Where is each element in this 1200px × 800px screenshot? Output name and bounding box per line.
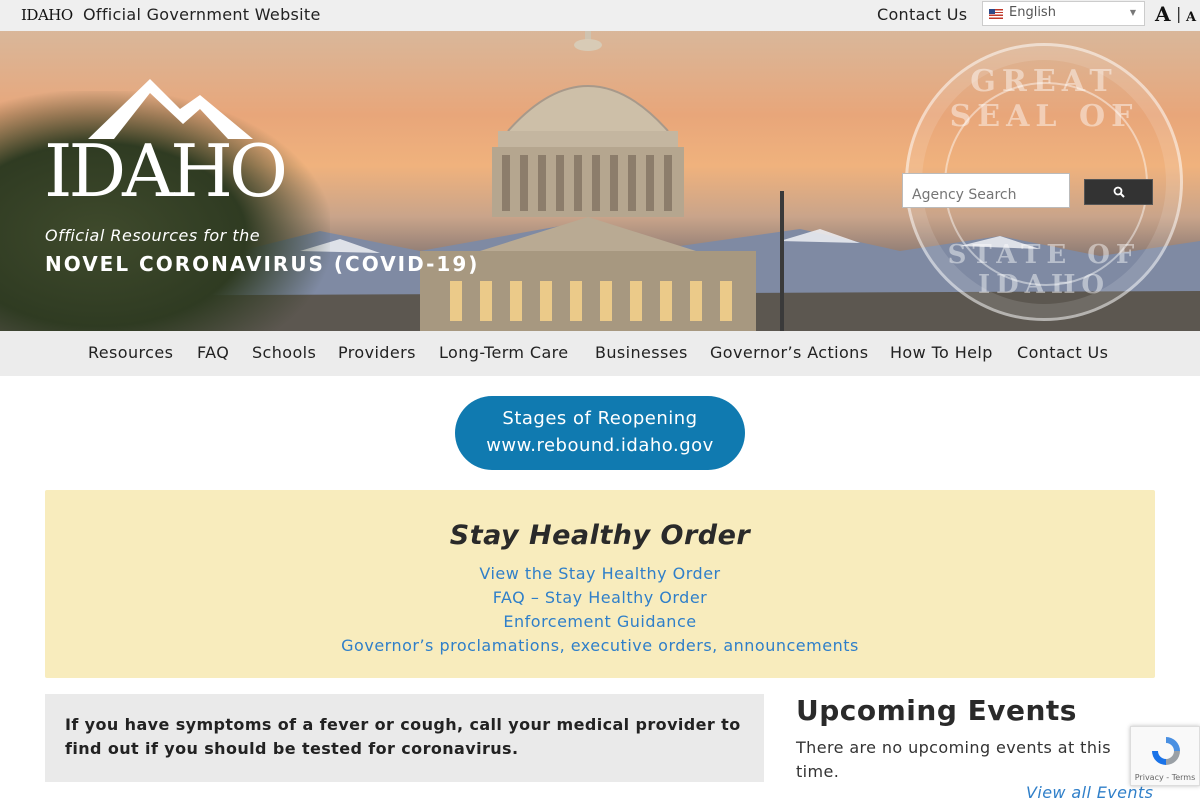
reopen-line1: Stages of Reopening [502, 408, 698, 429]
hero-title: NOVEL CORONAVIRUS (COVID-19) [45, 252, 480, 276]
symptom-notice: If you have symptoms of a fever or cough… [45, 694, 764, 782]
font-size-separator: | [1176, 4, 1182, 23]
nav-item-resources[interactable]: Resources [88, 343, 173, 362]
agency-search-input[interactable] [902, 173, 1070, 208]
nav-item-long-term-care[interactable]: Long-Term Care [439, 343, 569, 362]
top-utility-bar: IDAHO Official Government Website Contac… [0, 0, 1200, 31]
hero-subtitle: Official Resources for the [45, 226, 261, 245]
nav-item-faq[interactable]: FAQ [197, 343, 229, 362]
stay-healthy-panel: Stay Healthy Order View the Stay Healthy… [45, 490, 1155, 678]
view-stay-healthy-order-link[interactable]: View the Stay Healthy Order [45, 564, 1155, 583]
idaho-logo[interactable]: IDAHO [44, 135, 288, 207]
language-select[interactable]: English ▼ [982, 1, 1145, 26]
stages-of-reopening-button[interactable]: Stages of Reopening www.rebound.idaho.go… [455, 396, 745, 470]
stay-healthy-title: Stay Healthy Order [449, 520, 751, 551]
top-contact-link[interactable]: Contact Us [877, 5, 967, 24]
us-flag-icon [989, 9, 1003, 19]
recaptcha-icon [1152, 737, 1180, 765]
nav-item-governors-actions[interactable]: Governor’s Actions [710, 343, 868, 362]
seal-text-bottom: STATE OF IDAHO [947, 240, 1141, 300]
font-size-small-button[interactable]: A [1186, 10, 1196, 25]
nav-item-providers[interactable]: Providers [338, 343, 416, 362]
main-navigation: Resources FAQ Schools Providers Long-Ter… [0, 331, 1200, 376]
nav-item-businesses[interactable]: Businesses [595, 343, 688, 362]
reopen-line2: www.rebound.idaho.gov [486, 435, 714, 456]
official-website-label: Official Government Website [83, 5, 321, 24]
search-icon [1113, 186, 1125, 198]
enforcement-guidance-link[interactable]: Enforcement Guidance [45, 612, 1155, 631]
nav-item-how-to-help[interactable]: How To Help [890, 343, 993, 362]
search-button[interactable] [1084, 179, 1153, 205]
recaptcha-badge[interactable]: Privacy - Terms [1130, 726, 1200, 786]
hero-banner: GREAT SEAL OF STATE OF IDAHO IDAHO Offic… [0, 31, 1200, 331]
nav-item-contact-us[interactable]: Contact Us [1017, 343, 1108, 362]
language-selected: English [1009, 5, 1056, 20]
nav-item-schools[interactable]: Schools [252, 343, 316, 362]
chevron-down-icon: ▼ [1129, 8, 1136, 17]
no-events-text: There are no upcoming events at this tim… [796, 738, 1111, 781]
faq-stay-healthy-link[interactable]: FAQ – Stay Healthy Order [45, 588, 1155, 607]
font-size-large-button[interactable]: A [1155, 2, 1171, 26]
upcoming-events-title: Upcoming Events [796, 694, 1077, 727]
recaptcha-text[interactable]: Privacy - Terms [1131, 773, 1199, 782]
seal-text-top: GREAT SEAL OF [949, 64, 1139, 134]
governors-proclamations-link[interactable]: Governor’s proclamations, executive orde… [45, 636, 1155, 655]
capitol-building-image [420, 31, 784, 331]
idaho-mini-logo[interactable]: IDAHO [21, 6, 73, 24]
